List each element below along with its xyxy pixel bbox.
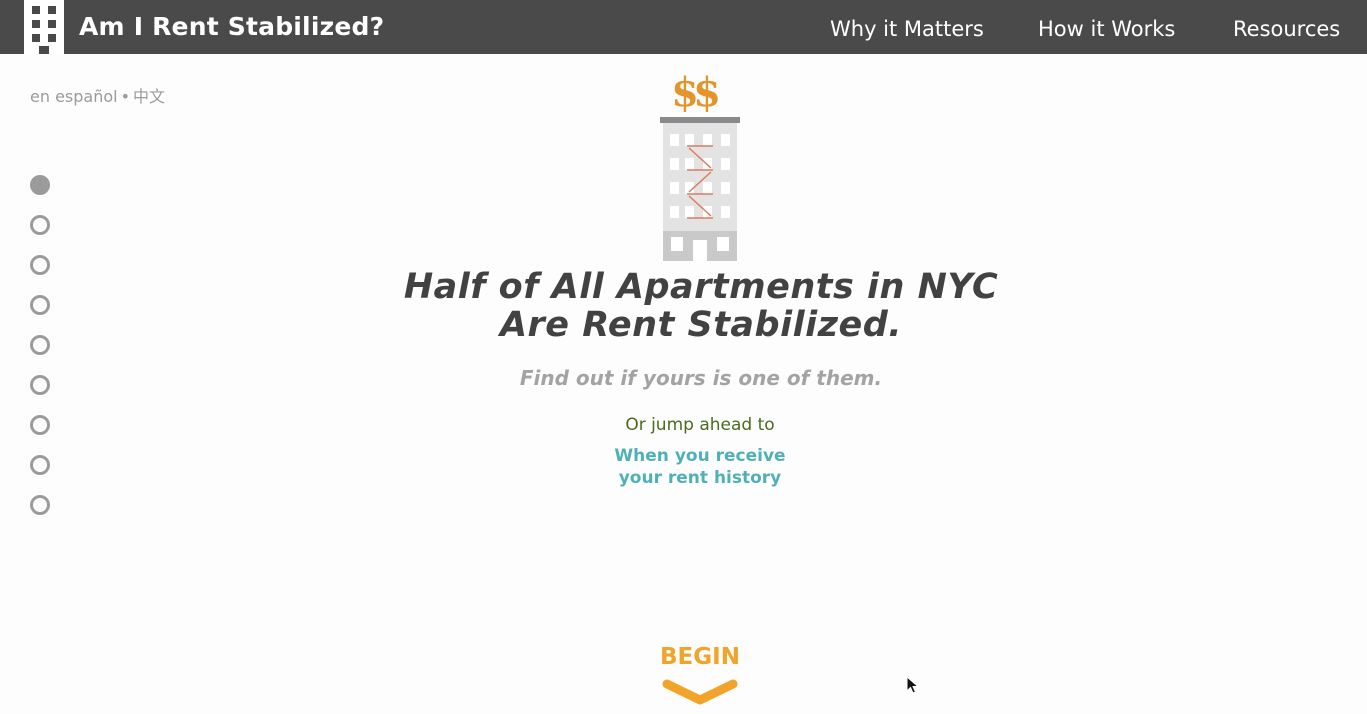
language-switcher: en español • 中文 bbox=[30, 87, 165, 107]
chevron-down-icon bbox=[662, 679, 738, 705]
progress-dot-3[interactable] bbox=[30, 255, 50, 275]
page-headline: Half of All Apartments in NYC Are Rent S… bbox=[383, 268, 1019, 344]
progress-dot-1[interactable] bbox=[30, 175, 50, 195]
dollar-sign-icon: $ $ bbox=[671, 69, 721, 116]
lang-chinese-link[interactable]: 中文 bbox=[133, 87, 165, 106]
progress-dot-5[interactable] bbox=[30, 335, 50, 355]
site-title-link[interactable]: Am I Rent Stabilized? bbox=[79, 10, 384, 44]
lang-spanish-link[interactable]: en español bbox=[30, 87, 118, 106]
progress-dot-2[interactable] bbox=[30, 215, 50, 235]
nav-why-it-matters[interactable]: Why it Matters bbox=[830, 14, 984, 44]
progress-dot-7[interactable] bbox=[30, 415, 50, 435]
building-logo-icon[interactable] bbox=[24, 0, 64, 54]
progress-dot-9[interactable] bbox=[30, 495, 50, 515]
nav-resources[interactable]: Resources bbox=[1233, 14, 1340, 44]
progress-dot-8[interactable] bbox=[30, 455, 50, 475]
begin-button[interactable]: BEGIN bbox=[600, 643, 800, 707]
headline-line-1: Half of All Apartments in NYC bbox=[403, 267, 999, 307]
building-illustration: $ $ bbox=[660, 69, 740, 261]
jump-ahead-label: Or jump ahead to bbox=[625, 415, 775, 435]
lang-separator: • bbox=[120, 87, 131, 106]
nav-how-it-works[interactable]: How it Works bbox=[1038, 14, 1175, 44]
svg-text:$: $ bbox=[693, 69, 721, 116]
rent-history-link-line-1: When you receive bbox=[614, 446, 786, 466]
headline-line-2: Are Rent Stabilized. bbox=[499, 305, 903, 345]
progress-dot-4[interactable] bbox=[30, 295, 50, 315]
page-subhead: Find out if yours is one of them. bbox=[519, 366, 883, 390]
begin-label: BEGIN bbox=[660, 644, 740, 670]
mouse-cursor-icon bbox=[906, 676, 920, 694]
top-navigation-bar: Am I Rent Stabilized? Why it Matters How… bbox=[0, 0, 1367, 54]
rent-history-link[interactable]: When you receive your rent history bbox=[550, 445, 850, 489]
rent-history-link-line-2: your rent history bbox=[618, 468, 782, 488]
progress-dot-6[interactable] bbox=[30, 375, 50, 395]
